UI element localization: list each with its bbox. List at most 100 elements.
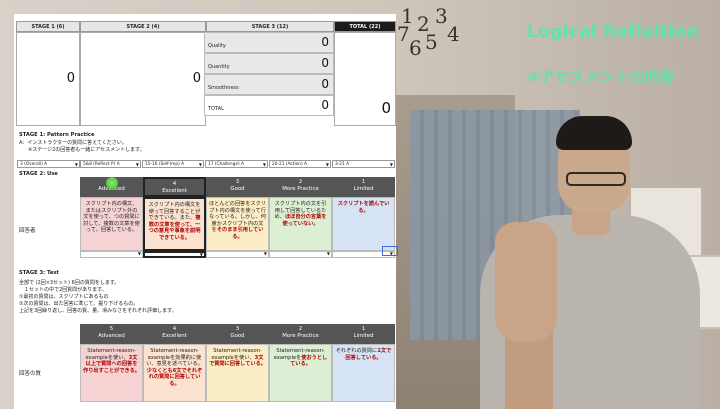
dropdown-label: 17 (Challenge) A [208,162,244,167]
dropdown-label: 5&8 (Reflect P) A [83,162,120,167]
stage3-col-limited: 1 Limited [332,324,395,344]
score-row-quantity[interactable]: Quantity 0 [204,53,334,74]
clock-digit: 6 [409,36,422,60]
level-number: 5 [109,326,114,332]
dropdown-selfimp[interactable]: 15-16 (Self-Imp) A ▼ [142,160,204,168]
cell-text: スクリプト内の構文を使って回答することができている。また、 [148,202,201,222]
level-name: Limited [353,186,374,192]
score-stage2: 0 [192,71,201,86]
score-row-total[interactable]: TOTAL 0 [204,95,334,116]
clock-digit: 5 [425,30,438,54]
chevron-down-icon: ▼ [199,252,203,257]
dropdown-all[interactable]: 3-21 A ▼ [332,160,395,168]
dropdown-label: 15-16 (Self-Imp) A [145,162,185,167]
stage3-cell-advanced[interactable]: Statement-reason-exampleを使い、3文以上で質問への回答を… [80,344,143,402]
spreadsheet[interactable]: STAGE 1 (6) STAGE 2 (4) STAGE 3 (12) TOT… [14,14,396,409]
stage3-line: 全部で (2回×3セット) 6回の質問をします。 [19,280,120,286]
stage3-col-excellent: 4 Excellent [143,324,206,344]
score-box-stage1[interactable]: 0 [16,32,80,126]
level-number: 3 [235,326,240,332]
stage2-select-good[interactable]: ▼ [206,251,269,258]
stage3-line: １セットの中で2回質問があります。 [24,287,107,293]
cell-text: Statement-reason-exampleを効果的に使い、意見を述べている… [146,348,203,368]
chevron-down-icon: ▼ [137,251,141,256]
chevron-down-icon: ▼ [135,162,139,167]
level-name: Limited [353,333,374,339]
level-number: 1 [361,326,366,332]
score-row-label: TOTAL [208,106,224,112]
stage2-select-excellent[interactable]: ▼ [143,251,206,258]
level-name: Good [230,333,245,339]
stage2-col-excellent: 4 Excellent [143,177,206,197]
stage3-title: STAGE 3: Test [19,270,59,276]
stage3-line: 上記を3回繰り返し、回答の質、量、滑みなさをそれぞれ評価します。 [19,308,177,314]
presenter-hand-four-fingers [495,222,557,342]
stage2-cell-advanced[interactable]: スクリプト内の構文、またはスクリプト外の文を使って、つの質問に対して、複数の文章… [80,197,143,251]
dropdown-challenge[interactable]: 17 (Challenge) A ▼ [205,160,268,168]
score-total: 0 [381,99,391,117]
cell-highlight: そのまま引用している。 [216,227,264,240]
stage2-col-more-practice: 2 More Practice [269,177,332,197]
clock-digit: 4 [447,22,460,46]
stage1-title: STAGE 1: Pattern Practice [19,132,95,138]
level-name: Good [230,186,245,192]
level-name: Excellent [162,333,187,339]
stage3-col-good: 3 Good [206,324,269,344]
stage3-col-advanced: 5 Advanced [80,324,143,344]
level-number: 4 [172,181,177,187]
overlay-title: Logical Refleltion [527,22,700,42]
cell-highlight: 少なくとも6文でそれぞれの質問に回答している。 [146,367,203,387]
level-name: Excellent [162,188,187,194]
score-box-total[interactable]: 0 [334,32,396,126]
score-row-smoothness[interactable]: Smoothness 0 [204,74,334,95]
cell-selection-handle[interactable] [382,246,398,256]
score-row-label: Smoothness [208,85,239,91]
dropdown-action[interactable]: 20-21 (Action) A ▼ [269,160,331,168]
header-stage2: STAGE 2 (4) [80,21,206,32]
stage3-line: ①最初の質問は、スクリプトにあるもの [19,294,109,300]
clock-digit: 3 [435,4,448,28]
stage1-note: ※ステージ2の回答者も一緒にアセスメントします。 [28,147,145,153]
score-row-quality[interactable]: Quality 0 [204,32,334,53]
score-row-label: Quality [208,43,226,49]
pointer-cursor [106,177,118,189]
score-row-value: 0 [321,77,329,91]
level-number: 2 [298,179,303,185]
background-clock: 1 2 3 4 5 6 7 [395,0,465,60]
stage3-cell-limited[interactable]: それぞれの質問に1文で回答している。 [332,344,395,402]
cell-highlight: スクリプトを読んでいる。 [337,201,390,214]
level-number: 4 [172,326,177,332]
stage2-col-limited: 1 Limited [332,177,395,197]
stage3-cell-good[interactable]: Statement-reason-exampleを使い、3文で質問に回答している… [206,344,269,402]
stage3-cell-more-practice[interactable]: Statement-reason-exampleを使おうとしている。 [269,344,332,402]
stage2-cell-more-practice[interactable]: スクリプト内の文を引用して回答しているため、ほぼ自分の言葉を使っていない。 [269,197,332,251]
stage2-title: STAGE 2: Use [19,171,58,177]
chevron-down-icon: ▼ [263,251,267,256]
dropdown-label: 20-21 (Action) A [272,162,307,167]
stage2-select-advanced[interactable]: ▼ [80,251,143,258]
header-stage3: STAGE 3 (12) [206,21,334,32]
presenter-hair [556,116,632,150]
stage2-select-more-practice[interactable]: ▼ [269,251,332,258]
score-row-value: 0 [321,56,329,70]
stage2-col-good: 3 Good [206,177,269,197]
dropdown-label: 3 (Overall) A [20,162,48,167]
level-name: Advanced [98,333,125,339]
stage2-cell-limited[interactable]: スクリプトを読んでいる。 [332,197,395,251]
clock-digit: 7 [397,22,410,46]
level-name: More Practice [282,186,319,192]
stage2-cell-good[interactable]: ほとんどの回答をスクリプト内の構文を使って行なっている。しかし、何度かスクリプト… [206,197,269,251]
stage3-cell-excellent[interactable]: Statement-reason-exampleを効果的に使い、意見を述べている… [143,344,206,402]
cell-highlight: ほぼ自分の言葉を使っていない。 [282,214,327,227]
dropdown-overall[interactable]: 3 (Overall) A ▼ [17,160,80,168]
dropdown-reflect[interactable]: 5&8 (Reflect P) A ▼ [80,160,141,168]
header-total: TOTAL (22) [334,21,396,32]
chevron-down-icon: ▼ [262,162,266,167]
overlay-subtitle: ③アセスメントの内容 [527,68,675,86]
chevron-down-icon: ▼ [74,162,78,167]
stage3-line: ②次の質問は、出た回答に準じて、掘り下げるもの。 [19,301,139,307]
stage2-cell-excellent[interactable]: スクリプト内の構文を使って回答することができている。また、複数の文章を使って、一… [143,197,206,251]
score-box-stage2[interactable]: 0 [80,32,206,126]
score-row-label: Quantity [208,64,230,70]
score-row-value: 0 [321,35,329,49]
